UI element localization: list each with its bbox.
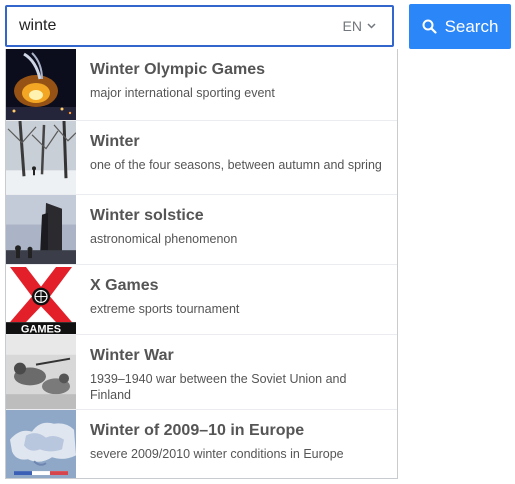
thumbnail-olympic-flame — [6, 49, 76, 120]
search-icon — [422, 19, 437, 34]
thumbnail-x-games-logo: GAMES — [6, 265, 76, 334]
suggestion-title: Winter War — [90, 347, 174, 364]
thumbnail-stone-monument — [6, 195, 76, 264]
thumbnail-europe-map — [6, 410, 76, 478]
search-box[interactable]: EN — [5, 5, 394, 47]
suggestion-description: astronomical phenomenon — [90, 232, 238, 246]
suggestion-item-winter-war[interactable]: Winter War 1939–1940 war between the Sov… — [6, 334, 397, 409]
suggestion-item-winter-solstice[interactable]: Winter solstice astronomical phenomenon — [6, 194, 397, 264]
suggestion-item-winter[interactable]: Winter one of the four seasons, between … — [6, 120, 397, 194]
suggestion-title: Winter of 2009–10 in Europe — [90, 422, 305, 439]
thumbnail-snowy-trees — [6, 121, 76, 194]
suggestion-title: X Games — [90, 277, 159, 294]
suggestion-description: one of the four seasons, between autumn … — [90, 158, 382, 172]
suggestion-item-x-games[interactable]: GAMES X Games extreme sports tournament — [6, 264, 397, 334]
suggestion-title: Winter Olympic Games — [90, 61, 266, 78]
suggestion-description: 1939–1940 war between the Soviet Union a… — [90, 372, 347, 402]
suggestion-description: major international sporting event — [90, 86, 275, 100]
suggestion-description: severe 2009/2010 winter conditions in Eu… — [90, 447, 344, 461]
search-input[interactable] — [19, 7, 329, 45]
thumbnail-soldiers-snow — [6, 335, 76, 409]
suggestion-item-winter-2009-10-europe[interactable]: Winter of 2009–10 in Europe severe 2009/… — [6, 409, 397, 478]
language-label: EN — [342, 18, 362, 34]
suggestion-title: Winter — [90, 133, 140, 150]
suggestion-title: Winter solstice — [90, 207, 204, 224]
chevron-down-icon — [367, 23, 376, 29]
language-selector[interactable]: EN — [343, 7, 376, 45]
x-games-logo-text: GAMES — [21, 324, 61, 334]
suggestions-dropdown: Winter Olympic Games major international… — [5, 49, 398, 479]
suggestion-item-winter-olympic-games[interactable]: Winter Olympic Games major international… — [6, 49, 397, 120]
suggestion-description: extreme sports tournament — [90, 302, 240, 316]
search-button[interactable]: Search — [409, 4, 511, 49]
search-button-label: Search — [444, 16, 499, 36]
